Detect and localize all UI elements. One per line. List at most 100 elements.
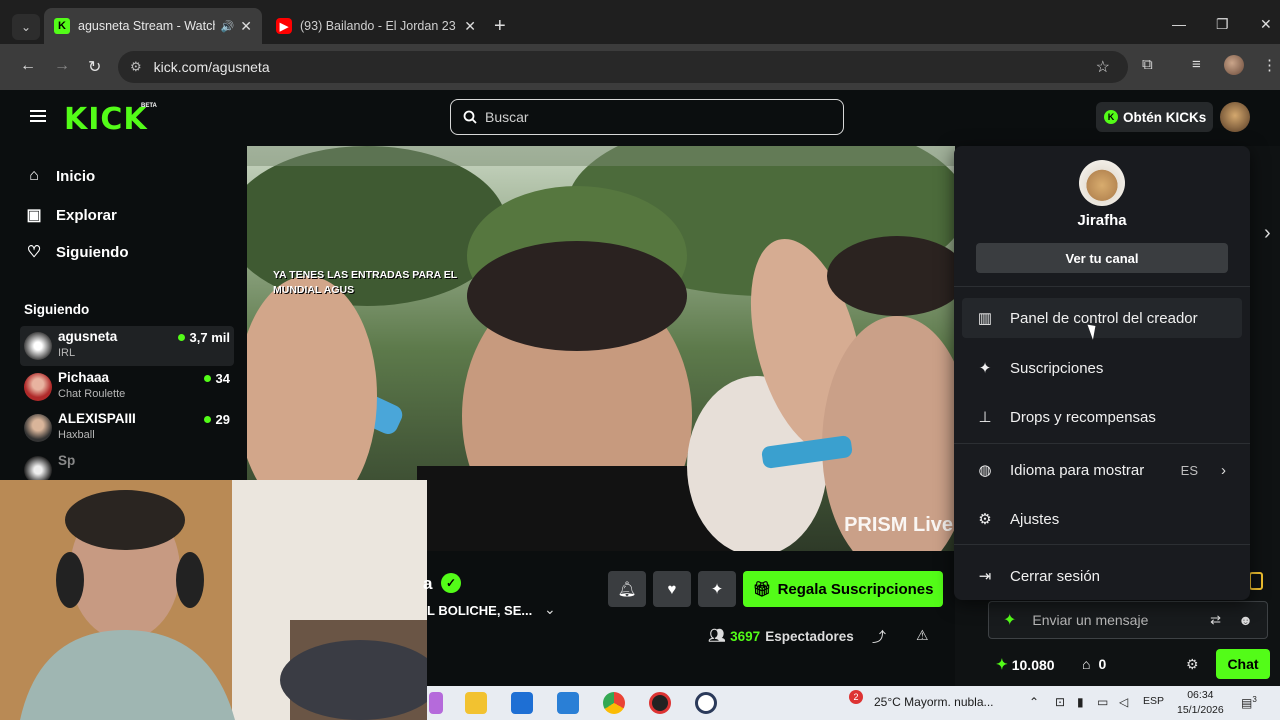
home-icon: ⌂ [29,167,39,184]
url-field[interactable]: ⚙ kick.com/agusneta ☆ [118,51,1128,83]
app-icon[interactable] [695,692,717,714]
live-viewers: 34 [203,371,230,386]
streamer-name[interactable]: a [423,574,432,594]
camera-icon[interactable]: ▭ [1097,695,1108,709]
emoji-icon[interactable]: ☻ [1238,612,1253,628]
channel-name: Pichaaa [58,370,110,385]
chevron-right-icon[interactable]: › [1264,222,1271,245]
follow-button[interactable]: ♥ [653,571,691,607]
bookmark-star-icon[interactable]: ☆ [1096,57,1110,77]
chrome-icon[interactable] [603,692,625,714]
gift-subscriptions-button[interactable]: 🎁︎ Regala Suscripciones [743,571,943,607]
avatar [24,373,52,401]
sidebar-item-explorar[interactable]: ▣ Explorar [24,205,117,225]
chevron-down-icon[interactable]: ⌄ [544,601,556,618]
close-tab-icon[interactable]: ✕ [240,18,252,35]
kicks-sparkle-icon[interactable]: ✦ [1003,610,1016,630]
kick-logo[interactable]: KICK [64,102,148,137]
menu-item-label: Ajustes [1010,510,1060,528]
notifications-icon[interactable]: ▤3 [1241,695,1257,710]
menu-item-settings[interactable]: ⚙ Ajustes [962,499,1242,539]
audio-icon[interactable]: 🔊 [221,20,235,33]
weather-widget[interactable]: 25°C Mayorm. nubla... [874,695,994,709]
site-info-icon[interactable]: ⚙ [130,59,142,75]
avatar [24,414,52,442]
network-icon[interactable]: ⊡ [1055,695,1065,709]
channel-name: Sp [58,453,76,468]
menu-item-logout[interactable]: ⇥ Cerrar sesión [962,556,1242,596]
sidebar-item-inicio[interactable]: ⌂ Inicio [24,167,95,185]
reload-icon[interactable]: ↻ [88,57,101,77]
heart-icon: ♥ [667,580,677,598]
search-icon [463,110,477,124]
volume-icon[interactable]: ◁ [1119,695,1128,709]
gift-count[interactable]: ⌂ 0 [1082,656,1106,672]
hamburger-menu-icon[interactable] [30,110,46,122]
app-icon[interactable] [429,692,443,714]
chat-input[interactable] [1032,612,1193,628]
chevron-right-icon: › [1221,461,1226,479]
kicks-balance[interactable]: ✦ 10.080 [996,656,1055,673]
sidebar-item-siguiendo[interactable]: ♡ Siguiendo [24,242,129,262]
forward-icon[interactable]: → [54,57,70,75]
url-text: kick.com/agusneta [153,59,270,75]
tab-title: agusneta Stream - Watch Live on Kick [78,19,215,33]
view-channel-button[interactable]: Ver tu canal [976,243,1228,273]
user-dropdown-menu: Jirafha Ver tu canal ▥ Panel de control … [954,146,1250,600]
clock[interactable]: 06:34 15/1/2026 [1177,688,1224,718]
menu-item-label: Drops y recompensas [1010,408,1156,426]
site-header: KICK BETA K Obtén KICKs [0,90,1280,146]
drops-icon: ⊥ [978,409,992,426]
outlook-icon[interactable] [557,692,579,714]
menu-item-drops[interactable]: ⊥ Drops y recompensas [962,397,1242,437]
gift-button-label: Regala Suscripciones [777,580,934,598]
tab-kick[interactable]: K agusneta Stream - Watch Live on Kick 🔊… [44,8,262,44]
following-item-alexispaiii[interactable]: ALEXISPAIII Haxball 29 [20,408,234,448]
profile-avatar[interactable] [1224,55,1244,75]
search-input[interactable] [485,109,825,125]
live-dot-icon [203,416,211,423]
chat-message-field[interactable]: ✦ ⇄ ☻ [988,601,1268,639]
language-indicator[interactable]: ESP [1143,695,1164,707]
nav-label: Explorar [56,206,117,224]
menu-kebab-icon[interactable]: ⋮ [1262,56,1277,74]
following-item-agusneta[interactable]: agusneta IRL 3,7 mil [20,326,234,366]
translate-icon[interactable]: ⇄ [1210,612,1221,628]
webcam-overlay [0,480,427,720]
close-window-icon[interactable]: ✕ [1260,16,1272,33]
live-viewers: 3,7 mil [177,330,230,345]
extensions-icon[interactable]: ⧉ [1142,56,1153,73]
file-explorer-icon[interactable] [465,692,487,714]
tab-search-button[interactable]: ⌄ [12,14,40,40]
language-value: ES [1180,462,1198,478]
notification-bell-button[interactable]: 🔔︎ [608,571,646,607]
gift-icon: 🎁︎ [752,581,772,598]
chevron-up-icon[interactable]: ⌃ [1029,695,1039,709]
user-avatar-button[interactable] [1220,102,1250,132]
chat-settings-icon[interactable]: ⚙ [1186,656,1199,673]
report-warning-icon[interactable]: ⚠ [916,627,929,644]
media-control-icon[interactable]: ≡ [1192,56,1201,73]
chat-emote-box-icon[interactable] [1249,572,1263,590]
restore-icon[interactable]: ❐ [1216,16,1229,33]
tab-youtube[interactable]: ▶ (93) Bailando - El Jordan 23 / Stream … [266,8,486,44]
menu-item-subscriptions[interactable]: ✦ Suscripciones [962,348,1242,388]
obs-icon[interactable] [649,692,671,714]
close-tab-icon[interactable]: ✕ [464,18,476,35]
back-icon[interactable]: ← [20,57,36,75]
store-icon[interactable] [511,692,533,714]
mic-icon[interactable]: ▮ [1077,695,1084,709]
sidebar: ⌂ Inicio ▣ Explorar ♡ Siguiendo Siguiend… [0,146,247,486]
subscribe-button[interactable]: ✦ [698,571,736,607]
new-tab-icon[interactable]: + [494,15,506,38]
following-item-pichaaa[interactable]: Pichaaa Chat Roulette 34 [20,367,234,407]
minimize-icon[interactable]: — [1172,16,1186,32]
share-icon[interactable]: ⤴ [872,627,886,647]
youtube-icon: ▶ [276,18,292,34]
search-box[interactable] [450,99,844,135]
menu-item-creator-dashboard[interactable]: ▥ Panel de control del creador [962,298,1242,338]
get-kicks-button[interactable]: K Obtén KICKs [1096,102,1213,132]
chat-send-button[interactable]: Chat [1216,649,1270,679]
menu-item-language[interactable]: ◍ Idioma para mostrar ES › [962,450,1242,490]
tab-title: (93) Bailando - El Jordan 23 / Stream [300,19,458,33]
